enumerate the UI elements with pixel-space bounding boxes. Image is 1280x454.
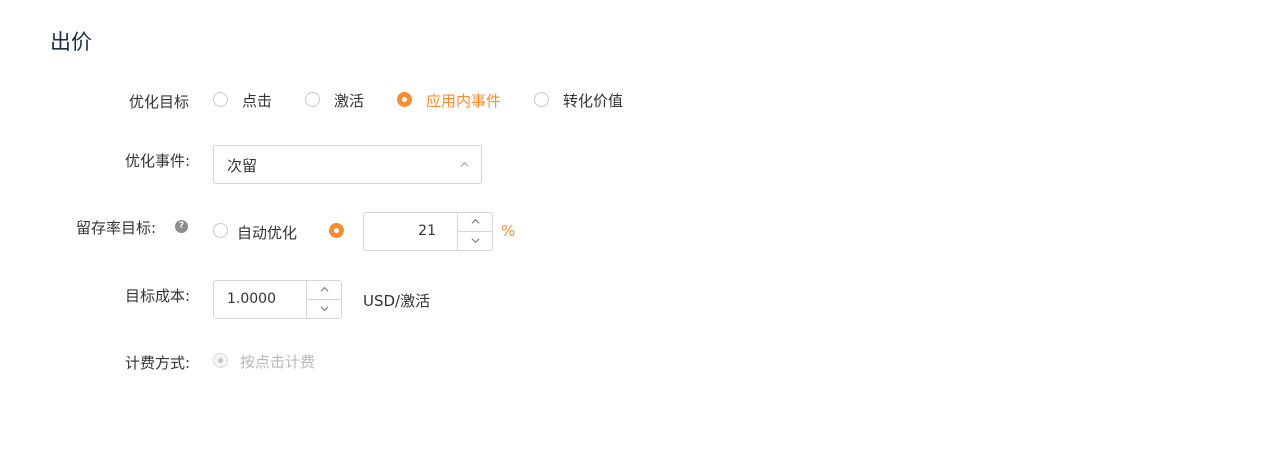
chevron-up-icon [460,161,469,167]
question-circle-icon[interactable]: ? [175,220,188,233]
chevron-up-icon [471,219,479,224]
retention-rate-stepper[interactable]: 21 [363,212,493,251]
radio-billing-per-click [213,353,228,368]
retention-target-label: 留存率目标: [76,219,157,237]
target-cost-decrement-button[interactable] [307,300,341,319]
radio-auto-optimize[interactable] [213,223,228,238]
chevron-down-icon [320,306,328,312]
retention-percent-unit: % [501,222,516,240]
radio-auto-optimize-label[interactable]: 自动优化 [237,222,297,243]
target-cost-unit: USD/激活 [363,292,431,310]
retention-stepper-buttons [457,213,492,250]
optimization-event-value: 次留 [227,157,258,175]
retention-increment-button[interactable] [458,213,492,232]
radio-in-app-event-label[interactable]: 应用内事件 [426,90,501,111]
radio-activation-label[interactable]: 激活 [334,90,364,111]
section-title: 出价 [50,30,92,54]
chevron-up-icon [320,287,328,292]
target-cost-stepper[interactable]: 1.0000 [213,280,342,319]
retention-rate-value[interactable]: 21 [418,223,436,239]
target-cost-value[interactable]: 1.0000 [227,291,276,307]
target-cost-stepper-buttons [306,281,341,318]
chevron-down-icon [471,238,479,244]
optimization-goal-label: 优化目标 [129,93,190,111]
retention-decrement-button[interactable] [458,232,492,251]
radio-in-app-event[interactable] [397,92,412,107]
optimization-event-select[interactable]: 次留 [213,145,482,184]
target-cost-label: 目标成本: [125,287,191,305]
radio-conversion-value[interactable] [534,92,549,107]
radio-click-label[interactable]: 点击 [242,90,272,111]
optimization-event-label: 优化事件: [125,152,191,170]
radio-billing-per-click-label: 按点击计费 [240,353,316,371]
radio-custom-retention[interactable] [329,223,344,238]
radio-conversion-value-label[interactable]: 转化价值 [563,90,623,111]
radio-activation[interactable] [305,92,320,107]
target-cost-increment-button[interactable] [307,281,341,300]
billing-label: 计费方式: [125,354,191,372]
radio-click[interactable] [213,92,228,107]
